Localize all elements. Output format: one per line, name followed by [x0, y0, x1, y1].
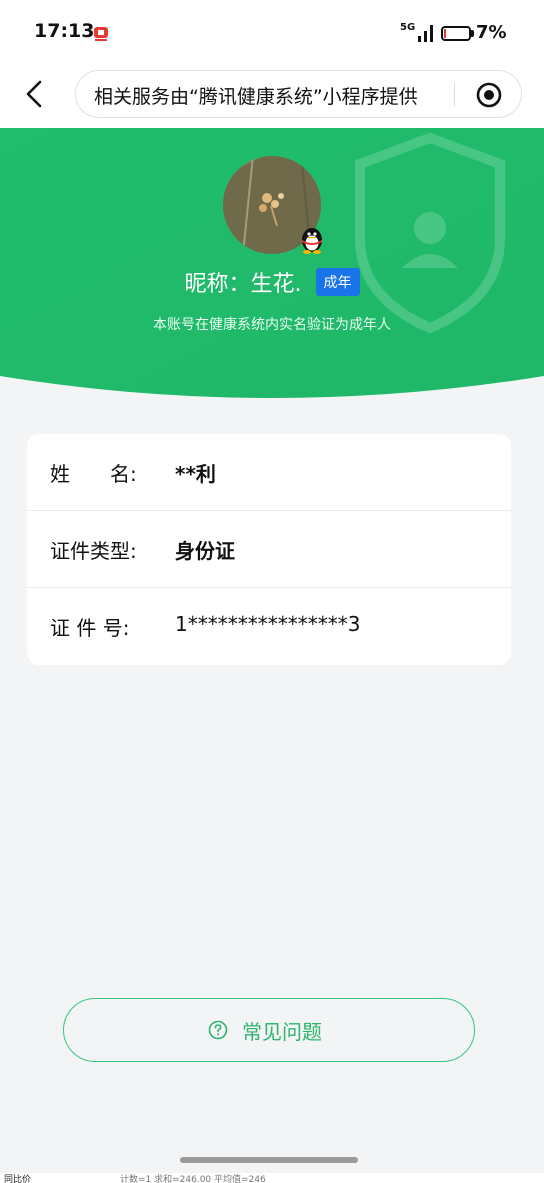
- id-type-value: 身份证: [175, 539, 235, 563]
- adult-badge: 成年: [315, 268, 360, 296]
- qq-penguin-icon: [302, 228, 322, 254]
- battery-percent: 7%: [476, 22, 507, 43]
- info-row-id-number: 证 件 号: 1****************3: [27, 588, 511, 665]
- nickname: 昵称：生花.: [184, 272, 302, 297]
- capsule-divider: [454, 83, 455, 107]
- bottom-left-text: 同比价: [4, 1175, 32, 1183]
- id-number-value: 1****************3: [175, 612, 361, 636]
- verification-text: 本账号在健康系统内实名验证为成年人: [153, 317, 391, 333]
- name-value: **利: [175, 462, 216, 486]
- home-indicator[interactable]: [180, 1157, 358, 1163]
- battery-icon: [441, 26, 471, 41]
- nickname-row: 昵称：生花. 成年: [0, 266, 544, 300]
- service-capsule[interactable]: 相关服务由“腾讯健康系统”小程序提供: [75, 70, 522, 118]
- service-provider-text: 相关服务由“腾讯健康系统”小程序提供: [94, 86, 418, 108]
- battery-tip: [471, 30, 474, 37]
- id-type-label: 证件类型:: [50, 539, 137, 563]
- signal-icon: [418, 25, 433, 42]
- info-row-name: 姓 名: **利: [27, 434, 511, 511]
- profile-header: 昵称：生花. 成年 本账号在健康系统内实名验证为成年人: [0, 128, 544, 404]
- app-notification-icon: [94, 27, 108, 41]
- bottom-stats-text: 计数=1 求和=246.00 平均值=246: [120, 1175, 266, 1183]
- id-number-label: 证 件 号:: [50, 616, 130, 640]
- status-bar: 17:13 5G 7%: [0, 0, 544, 66]
- bottom-status-strip: 同比价 计数=1 求和=246.00 平均值=246: [0, 1173, 544, 1183]
- back-arrow-icon[interactable]: [22, 78, 48, 110]
- faq-label: 常见问题: [242, 1020, 322, 1044]
- info-row-id-type: 证件类型: 身份证: [27, 511, 511, 588]
- status-time: 17:13: [34, 20, 95, 42]
- identity-card: 姓 名: **利 证件类型: 身份证 证 件 号: 1*************…: [27, 434, 511, 665]
- network-label: 5G: [400, 22, 416, 33]
- faq-button[interactable]: 常见问题: [63, 998, 475, 1062]
- target-circle-icon[interactable]: [476, 82, 502, 108]
- name-label: 姓 名:: [50, 462, 137, 486]
- question-circle-icon: [208, 1020, 228, 1040]
- nav-bar: 相关服务由“腾讯健康系统”小程序提供: [0, 66, 544, 128]
